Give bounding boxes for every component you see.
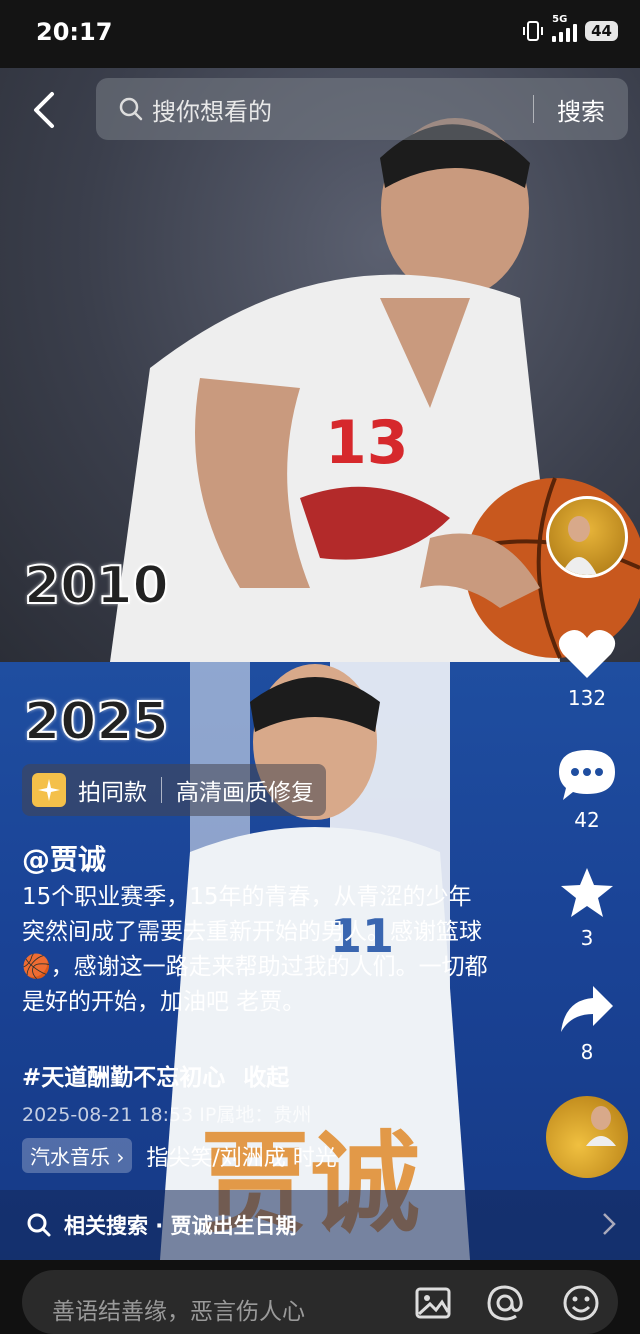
- chip-divider: [161, 777, 162, 803]
- same-style-chip[interactable]: 拍同款 高清画质修复: [22, 764, 326, 816]
- post-meta: 2025-08-21 18:53 IP属地：贵州: [22, 1100, 311, 1127]
- year-label-bottom: 2025: [23, 691, 170, 753]
- author-avatar-group[interactable]: [544, 496, 630, 578]
- search-button[interactable]: 搜索: [534, 92, 628, 127]
- status-time: 20:17: [36, 18, 113, 46]
- music-disc[interactable]: [544, 1096, 630, 1178]
- chevron-right-icon[interactable]: [602, 1212, 616, 1236]
- comment-bar: 善语结善缘，恶言伤人心: [0, 1260, 640, 1334]
- search-input[interactable]: 搜你想看的: [152, 92, 533, 127]
- comment-count: 42: [574, 808, 600, 832]
- status-icons: 5G 44: [522, 14, 618, 42]
- comment-placeholder: 善语结善缘，恶言伤人心: [52, 1299, 305, 1325]
- author-avatar[interactable]: [546, 496, 628, 578]
- star-icon[interactable]: [559, 866, 615, 920]
- status-bar: 20:17 5G 44: [0, 0, 640, 68]
- signal-icon: 5G: [552, 14, 578, 42]
- music-title[interactable]: 指尖笑/刘洲成 时光: [146, 1140, 376, 1172]
- back-icon[interactable]: [28, 90, 62, 130]
- music-source-label: 汽水音乐: [30, 1145, 110, 1169]
- post-date: 2025-08-21 18:53: [22, 1104, 194, 1126]
- music-source-tag[interactable]: 汽水音乐 ›: [22, 1138, 133, 1173]
- post-description: 15个职业赛季，15年的青春，从青涩的少年突然间成了需要去重新开始的男人。感谢篮…: [22, 884, 488, 1015]
- related-search-bar[interactable]: 相关搜索 · 贾诚出生日期: [0, 1190, 640, 1260]
- video-player[interactable]: 13 2010 11 贾诚 2025 搜你想看的 搜索 132 42 3 8 拍…: [0, 68, 640, 1260]
- music-row[interactable]: 汽水音乐 › 指尖笑/刘洲成 时光: [22, 1138, 376, 1173]
- author-name[interactable]: @贾诚: [22, 838, 106, 878]
- like-count: 132: [567, 686, 607, 710]
- related-search-label[interactable]: 相关搜索 · 贾诚出生日期: [64, 1210, 297, 1240]
- comment-icon[interactable]: [557, 746, 617, 802]
- same-style-label[interactable]: 拍同款: [78, 773, 147, 807]
- vibrate-icon: [523, 21, 544, 41]
- network-label: 5G: [552, 14, 568, 25]
- comment-input[interactable]: 善语结善缘，恶言伤人心: [22, 1270, 618, 1334]
- music-disc-icon[interactable]: [546, 1096, 628, 1178]
- share-action[interactable]: 8: [544, 984, 630, 1064]
- comment-action[interactable]: 42: [544, 746, 630, 832]
- search-row: 搜你想看的 搜索: [0, 76, 640, 142]
- hashtag-row: #天道酬勤不忘初心 收起: [22, 1058, 289, 1092]
- year-label-top: 2010: [23, 555, 170, 617]
- search-icon: [119, 97, 143, 121]
- like-action[interactable]: 132: [544, 626, 630, 710]
- search-bar[interactable]: 搜你想看的 搜索: [96, 78, 628, 140]
- favorite-count: 3: [580, 926, 594, 950]
- share-count: 8: [580, 1040, 594, 1064]
- enhance-label[interactable]: 高清画质修复: [176, 773, 314, 807]
- ip-location: IP属地：贵州: [199, 1104, 312, 1126]
- emoji-icon[interactable]: [562, 1284, 600, 1322]
- search-icon: [27, 1213, 51, 1237]
- mention-icon[interactable]: [486, 1284, 524, 1322]
- hashtag-link[interactable]: #天道酬勤不忘初心: [22, 1065, 225, 1091]
- favorite-action[interactable]: 3: [544, 866, 630, 950]
- svg-text:13: 13: [325, 408, 409, 478]
- image-icon[interactable]: [414, 1284, 452, 1322]
- heart-icon[interactable]: [557, 626, 617, 680]
- sparkle-icon: [32, 773, 66, 807]
- collapse-button[interactable]: 收起: [243, 1065, 289, 1091]
- share-icon[interactable]: [559, 984, 615, 1034]
- battery-indicator: 44: [585, 21, 618, 41]
